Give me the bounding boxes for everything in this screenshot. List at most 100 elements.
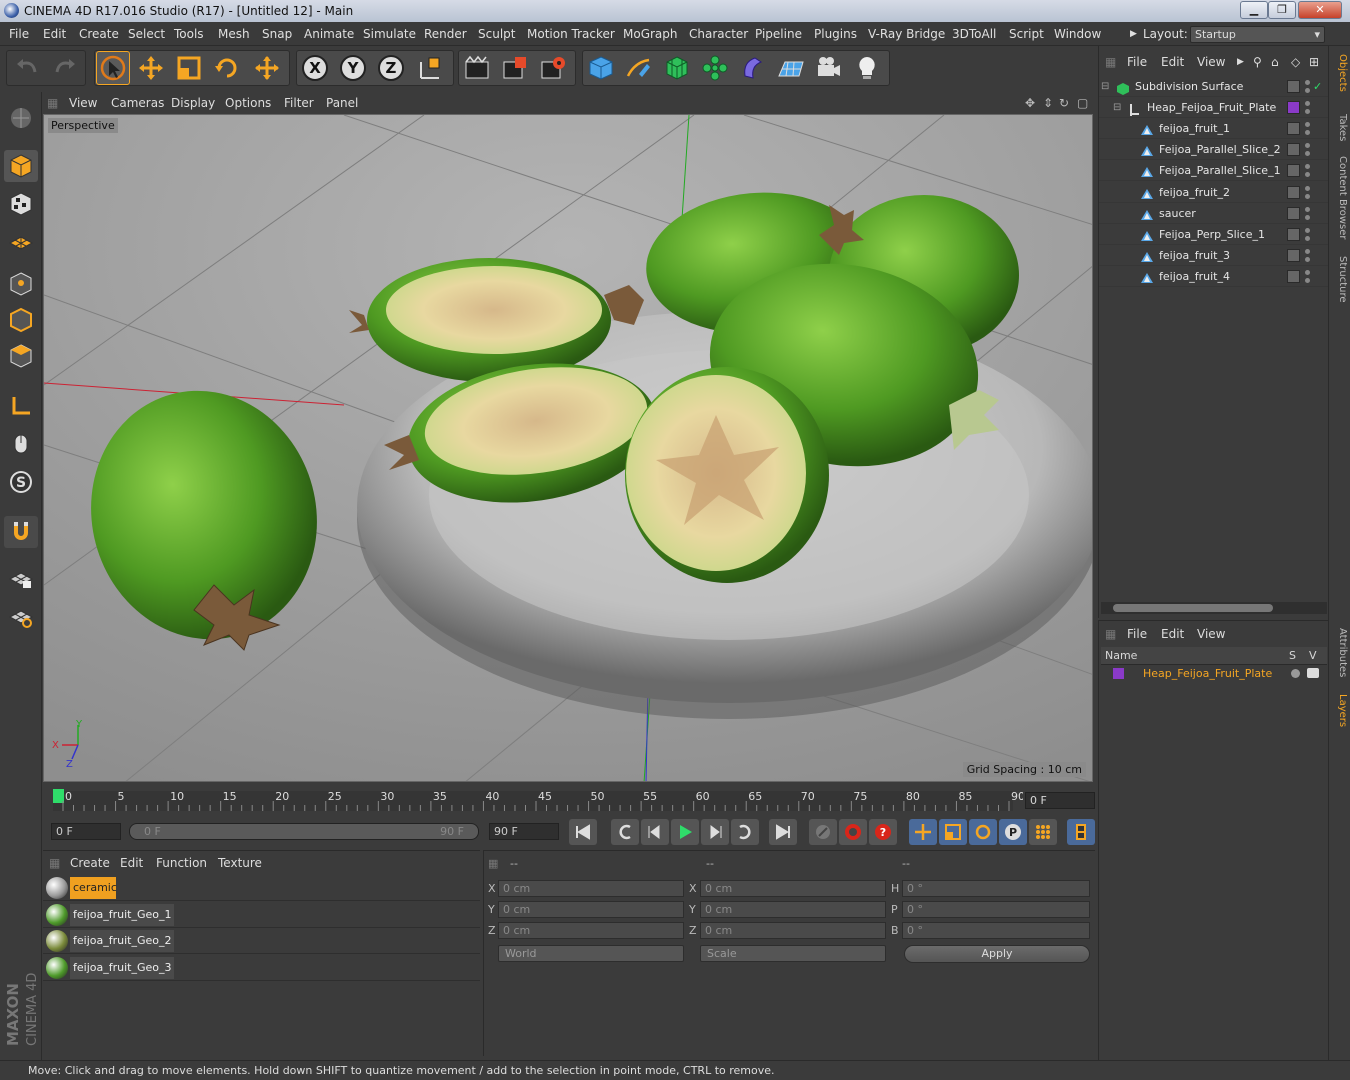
layer-visible-eye-icon[interactable] — [1307, 668, 1319, 678]
material-row[interactable]: ceramic — [43, 875, 480, 901]
viewport-maximize-icon[interactable]: ▢ — [1077, 96, 1088, 110]
z-axis-lock-icon[interactable]: Z — [374, 51, 408, 85]
menu-render[interactable]: Render — [424, 27, 467, 41]
viewport-menu-cameras[interactable]: Cameras — [111, 96, 164, 110]
layer-row[interactable]: Heap_Feijoa_Fruit_Plate — [1101, 665, 1327, 683]
texture-mode-icon[interactable] — [4, 188, 38, 220]
prev-key-icon[interactable] — [611, 819, 639, 845]
render-picture-viewer-icon[interactable] — [498, 51, 532, 85]
object-hscrollbar[interactable] — [1101, 602, 1327, 614]
home-icon[interactable]: ⌂ — [1271, 55, 1279, 69]
tweak-mode-icon[interactable] — [4, 428, 38, 460]
key-rotation-icon[interactable] — [969, 819, 997, 845]
size-y-field[interactable]: 0 cm — [700, 901, 886, 918]
object-name[interactable]: Heap_Feijoa_Fruit_Plate — [1147, 97, 1276, 118]
expand-toggle-icon[interactable]: ⊟ — [1101, 76, 1109, 97]
rotate-tool-icon[interactable] — [210, 51, 244, 85]
material-menu-create[interactable]: Create — [70, 856, 110, 870]
material-name[interactable]: ceramic — [70, 877, 117, 899]
points-mode-icon[interactable] — [4, 268, 38, 300]
object-tree-row[interactable]: feijoa_fruit_4 — [1099, 266, 1329, 287]
menu-pipeline[interactable]: Pipeline — [755, 27, 802, 41]
editor-visibility-dot[interactable] — [1305, 101, 1310, 107]
menu-mesh[interactable]: Mesh — [218, 27, 250, 41]
coord-scale-dropdown[interactable]: Scale — [700, 945, 886, 962]
workplane-grid-icon[interactable] — [4, 600, 38, 632]
perspective-viewport[interactable]: Perspective Y X Z Grid Spacing : 10 cm — [43, 114, 1093, 782]
render-view-icon[interactable] — [460, 51, 494, 85]
editor-visibility-dot[interactable] — [1305, 185, 1310, 191]
render-tag-icon[interactable] — [1287, 227, 1300, 241]
redo-icon[interactable] — [48, 51, 82, 85]
render-tag-icon[interactable] — [1287, 164, 1300, 178]
pos-x-field[interactable]: 0 cm — [498, 880, 684, 897]
editor-visibility-dot[interactable] — [1305, 143, 1310, 149]
object-tree-row[interactable]: Feijoa_Parallel_Slice_1 — [1099, 160, 1329, 182]
tab-objects[interactable]: Objects — [1332, 54, 1348, 92]
menu-snap[interactable]: Snap — [262, 27, 292, 41]
render-visibility-dot[interactable] — [1305, 109, 1310, 115]
material-name[interactable]: feijoa_fruit_Geo_2 — [70, 930, 174, 952]
y-axis-lock-icon[interactable]: Y — [336, 51, 370, 85]
layer-name[interactable]: Heap_Feijoa_Fruit_Plate — [1143, 667, 1272, 680]
record-icon[interactable] — [839, 819, 867, 845]
timeline-playhead[interactable] — [53, 789, 64, 803]
render-visibility-dot[interactable] — [1305, 235, 1310, 241]
render-tag-icon[interactable] — [1287, 80, 1300, 93]
pos-y-field[interactable]: 0 cm — [498, 901, 684, 918]
object-tree-row[interactable]: saucer — [1099, 203, 1329, 224]
render-visibility-dot[interactable] — [1305, 256, 1310, 262]
pos-z-field[interactable]: 0 cm — [498, 922, 684, 939]
coord-mode-dropdown[interactable]: World — [498, 945, 684, 962]
object-tree-row[interactable]: feijoa_fruit_3 — [1099, 245, 1329, 266]
object-tree-row[interactable]: ⊟ Heap_Feijoa_Fruit_Plate — [1099, 97, 1329, 119]
current-frame-field[interactable]: 0 F — [1025, 792, 1095, 809]
make-editable-icon[interactable] — [4, 102, 38, 134]
bookmark-icon[interactable]: ◇ — [1291, 55, 1300, 69]
start-frame-field[interactable]: 0 F — [51, 823, 121, 840]
object-tree-row[interactable]: Feijoa_Parallel_Slice_2 — [1099, 139, 1329, 161]
object-name[interactable]: Feijoa_Parallel_Slice_1 — [1159, 160, 1281, 181]
object-name[interactable]: Feijoa_Perp_Slice_1 — [1159, 224, 1265, 245]
object-name[interactable]: saucer — [1159, 203, 1196, 224]
layer-color-swatch[interactable] — [1287, 101, 1300, 115]
key-position-icon[interactable] — [909, 819, 937, 845]
play-icon[interactable] — [671, 819, 699, 845]
material-row[interactable]: feijoa_fruit_Geo_3 — [43, 955, 480, 981]
axis-mode-icon[interactable] — [4, 390, 38, 422]
lock-workplane-icon[interactable] — [4, 562, 38, 594]
render-visibility-dot[interactable] — [1305, 214, 1310, 220]
menu-sculpt[interactable]: Sculpt — [478, 27, 515, 41]
transform-tool-icon[interactable] — [250, 51, 284, 85]
render-tag-icon[interactable] — [1287, 143, 1300, 157]
render-tag-icon[interactable] — [1287, 269, 1300, 283]
viewport-menu-filter[interactable]: Filter — [284, 96, 314, 110]
layer-menu-view[interactable]: View — [1197, 627, 1225, 641]
object-tree-row[interactable]: Feijoa_Perp_Slice_1 — [1099, 224, 1329, 245]
viewport-menu-view[interactable]: View — [69, 96, 97, 110]
render-visibility-dot[interactable] — [1305, 151, 1310, 157]
light-icon[interactable] — [850, 51, 884, 85]
menu-3dtoall[interactable]: 3DToAll — [952, 27, 996, 41]
tab-content-browser[interactable]: Content Browser — [1332, 156, 1348, 239]
object-name[interactable]: feijoa_fruit_3 — [1159, 245, 1230, 266]
tab-structure[interactable]: Structure — [1332, 256, 1348, 303]
model-mode-icon[interactable] — [4, 150, 38, 182]
menu-create[interactable]: Create — [79, 27, 119, 41]
render-visibility-dot[interactable] — [1305, 193, 1310, 199]
workplane-mode-icon[interactable] — [4, 226, 38, 258]
material-menu-texture[interactable]: Texture — [218, 856, 262, 870]
scale-tool-icon[interactable] — [172, 51, 206, 85]
polygons-mode-icon[interactable] — [4, 340, 38, 372]
more-arrow-icon[interactable]: ▶ — [1237, 57, 1244, 67]
frame-range-slider[interactable]: 0 F 90 F — [129, 823, 479, 840]
end-frame-field[interactable]: 90 F — [489, 823, 559, 840]
timeline-window-icon[interactable] — [1067, 819, 1095, 845]
record-disabled-icon[interactable] — [809, 819, 837, 845]
menu-tools[interactable]: Tools — [174, 27, 204, 41]
object-menu-file[interactable]: File — [1127, 55, 1147, 69]
undo-icon[interactable] — [10, 51, 44, 85]
menu-mograph[interactable]: MoGraph — [623, 27, 678, 41]
object-name[interactable]: feijoa_fruit_1 — [1159, 118, 1230, 139]
layer-menu-edit[interactable]: Edit — [1161, 627, 1184, 641]
